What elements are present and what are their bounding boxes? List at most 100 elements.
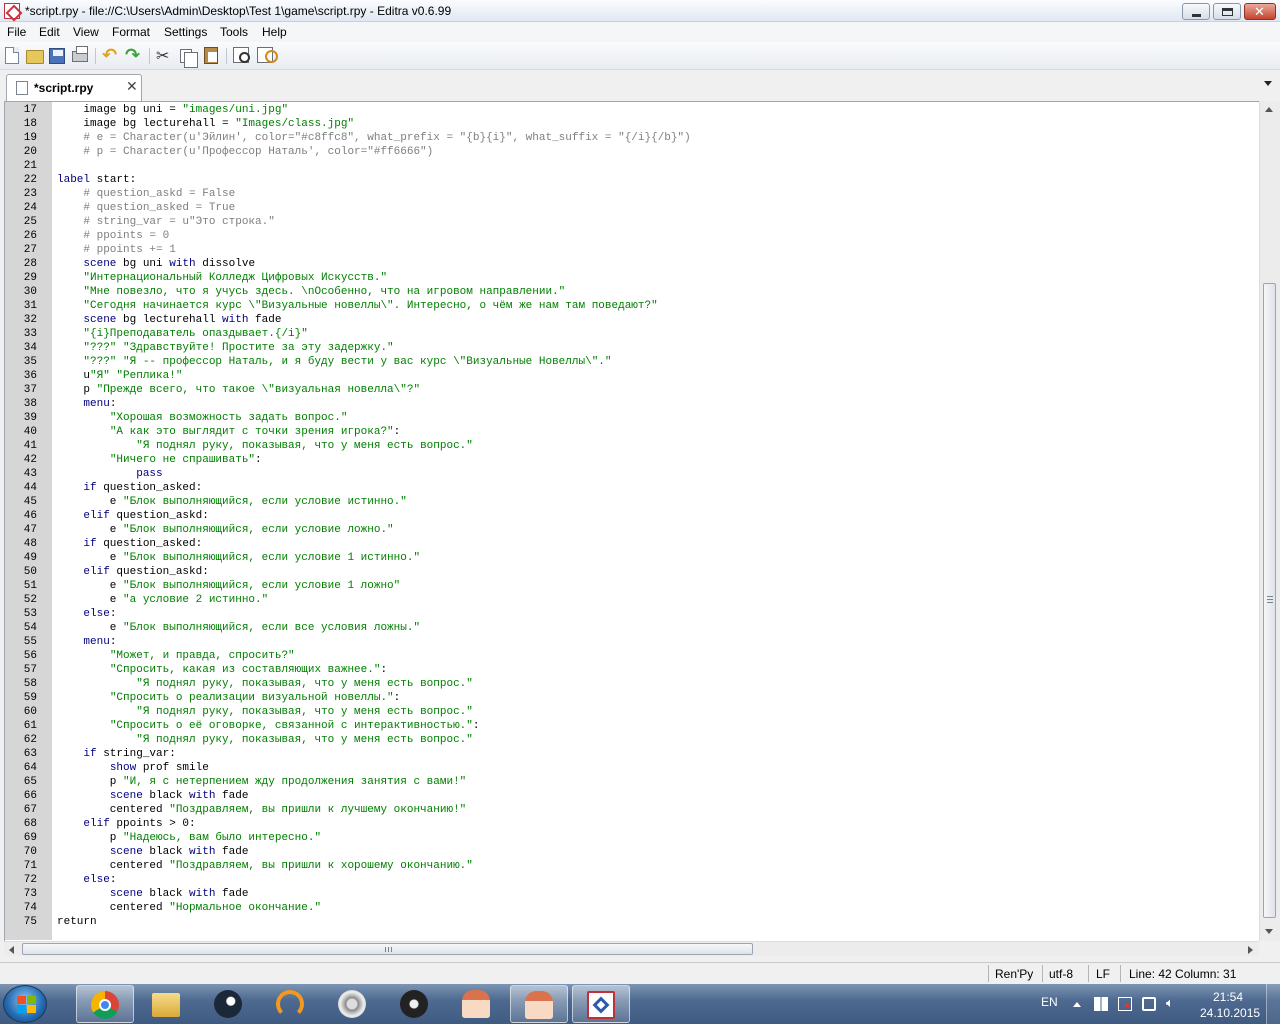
- code-line[interactable]: 30 "Мне повезло, что я учусь здесь. \nОс…: [5, 285, 1260, 299]
- code-line[interactable]: 59 "Спросить о реализации визуальной нов…: [5, 691, 1260, 705]
- code-line[interactable]: 53 else:: [5, 607, 1260, 621]
- language-indicator[interactable]: EN: [1041, 995, 1058, 1009]
- clock-time[interactable]: 21:54: [1213, 990, 1243, 1004]
- code-line[interactable]: 37 p "Прежде всего, что такое \"визуальн…: [5, 383, 1260, 397]
- code-line[interactable]: 75 return: [5, 915, 1260, 929]
- code-line[interactable]: 35 "???" "Я -- профессор Наталь, и я буд…: [5, 355, 1260, 369]
- code-line[interactable]: 72 else:: [5, 873, 1260, 887]
- show-hidden-icons-icon[interactable]: [1073, 1002, 1081, 1007]
- code-line[interactable]: 25 # string_var = u"Это строка.": [5, 215, 1260, 229]
- code-line[interactable]: 64 show prof smile: [5, 761, 1260, 775]
- code-line[interactable]: 43 pass: [5, 467, 1260, 481]
- scroll-left-icon[interactable]: [9, 946, 14, 954]
- tab-script-rpy[interactable]: *script.rpy ✕: [6, 74, 142, 101]
- status-encoding[interactable]: utf-8: [1049, 967, 1073, 981]
- title-bar[interactable]: *script.rpy - file://C:\Users\Admin\Desk…: [0, 0, 1280, 22]
- show-desktop-button[interactable]: [1266, 984, 1280, 1024]
- tab-list-dropdown-icon[interactable]: [1264, 81, 1272, 86]
- code-line[interactable]: 48 if question_asked:: [5, 537, 1260, 551]
- code-line[interactable]: 20 # p = Character(u'Профессор Наталь', …: [5, 145, 1260, 159]
- action-center-icon[interactable]: [1094, 997, 1108, 1011]
- new-file-icon[interactable]: [5, 47, 19, 64]
- code-line[interactable]: 41 "Я поднял руку, показывая, что у меня…: [5, 439, 1260, 453]
- menu-view[interactable]: View: [73, 25, 99, 39]
- code-line[interactable]: 58 "Я поднял руку, показывая, что у меня…: [5, 677, 1260, 691]
- code-line[interactable]: 32 scene bg lecturehall with fade: [5, 313, 1260, 327]
- code-line[interactable]: 63 if string_var:: [5, 747, 1260, 761]
- code-line[interactable]: 42 "Ничего не спрашивать":: [5, 453, 1260, 467]
- taskbar-explorer[interactable]: [138, 985, 196, 1023]
- scroll-down-icon[interactable]: [1265, 929, 1273, 934]
- code-line[interactable]: 61 "Спросить о её оговорке, связанной с …: [5, 719, 1260, 733]
- code-line[interactable]: 22 label start:: [5, 173, 1260, 187]
- network-disconnected-icon[interactable]: ×: [1118, 997, 1132, 1012]
- code-line[interactable]: 17 image bg uni = "images/uni.jpg": [5, 103, 1260, 117]
- close-button[interactable]: ✕: [1244, 3, 1276, 20]
- taskbar-renpy-game[interactable]: [510, 985, 568, 1023]
- code-line[interactable]: 69 p "Надеюсь, вам было интересно.": [5, 831, 1260, 845]
- menu-edit[interactable]: Edit: [39, 25, 60, 39]
- taskbar-renpy-launcher[interactable]: [448, 985, 506, 1023]
- code-line[interactable]: 62 "Я поднял руку, показывая, что у меня…: [5, 733, 1260, 747]
- undo-icon[interactable]: ↶: [102, 47, 120, 65]
- code-line[interactable]: 39 "Хорошая возможность задать вопрос.": [5, 411, 1260, 425]
- find-replace-icon[interactable]: [257, 47, 278, 63]
- code-line[interactable]: 57 "Спросить, какая из составляющих важн…: [5, 663, 1260, 677]
- code-line[interactable]: 73 scene black with fade: [5, 887, 1260, 901]
- code-line[interactable]: 52 e "а условие 2 истинно.": [5, 593, 1260, 607]
- code-line[interactable]: 70 scene black with fade: [5, 845, 1260, 859]
- print-icon[interactable]: [72, 46, 88, 62]
- status-eol[interactable]: LF: [1096, 967, 1110, 981]
- clock-date[interactable]: 24.10.2015: [1200, 1006, 1260, 1020]
- taskbar-audio-player[interactable]: [262, 985, 320, 1023]
- status-lexer[interactable]: Ren'Py: [995, 967, 1033, 981]
- paste-icon[interactable]: [204, 47, 218, 64]
- code-line[interactable]: 65 p "И, я с нетерпением жду продолжения…: [5, 775, 1260, 789]
- code-line[interactable]: 60 "Я поднял руку, показывая, что у меня…: [5, 705, 1260, 719]
- taskbar-obs[interactable]: [386, 985, 444, 1023]
- vertical-scrollbar[interactable]: [1259, 101, 1280, 941]
- taskbar-xiii[interactable]: [324, 985, 382, 1023]
- taskbar-steam[interactable]: [200, 985, 258, 1023]
- code-line[interactable]: 23 # question_askd = False: [5, 187, 1260, 201]
- cut-icon[interactable]: ✂: [156, 47, 174, 65]
- tab-close-icon[interactable]: ✕: [126, 79, 138, 95]
- code-line[interactable]: 49 e "Блок выполняющийся, если условие 1…: [5, 551, 1260, 565]
- code-line[interactable]: 56 "Может, и правда, спросить?": [5, 649, 1260, 663]
- redo-icon[interactable]: ↷: [125, 47, 143, 65]
- code-area[interactable]: 17 image bg uni = "images/uni.jpg" 18 ima…: [5, 103, 1260, 939]
- code-line[interactable]: 26 # ppoints = 0: [5, 229, 1260, 243]
- code-line[interactable]: 47 e "Блок выполняющийся, если условие л…: [5, 523, 1260, 537]
- code-line[interactable]: 28 scene bg uni with dissolve: [5, 257, 1260, 271]
- code-line[interactable]: 51 e "Блок выполняющийся, если условие 1…: [5, 579, 1260, 593]
- code-line[interactable]: 68 elif ppoints > 0:: [5, 817, 1260, 831]
- code-line[interactable]: 18 image bg lecturehall = "Images/class.…: [5, 117, 1260, 131]
- code-line[interactable]: 34 "???" "Здравствуйте! Простите за эту …: [5, 341, 1260, 355]
- menu-help[interactable]: Help: [262, 25, 287, 39]
- code-line[interactable]: 31 "Сегодня начинается курс \"Визуальные…: [5, 299, 1260, 313]
- code-line[interactable]: 24 # question_asked = True: [5, 201, 1260, 215]
- code-line[interactable]: 38 menu:: [5, 397, 1260, 411]
- code-line[interactable]: 40 "А как это выглядит с точки зрения иг…: [5, 425, 1260, 439]
- volume-icon[interactable]: 🔈︎: [1166, 997, 1180, 1011]
- code-line[interactable]: 71 centered "Поздравляем, вы пришли к хо…: [5, 859, 1260, 873]
- horizontal-scroll-thumb[interactable]: [22, 943, 753, 955]
- taskbar-chrome[interactable]: [76, 985, 134, 1023]
- save-icon[interactable]: [49, 48, 65, 64]
- code-line[interactable]: 54 e "Блок выполняющийся, если все услов…: [5, 621, 1260, 635]
- find-icon[interactable]: [233, 47, 250, 63]
- code-line[interactable]: 27 # ppoints += 1: [5, 243, 1260, 257]
- start-button[interactable]: [3, 985, 47, 1023]
- vertical-scroll-thumb[interactable]: [1263, 283, 1276, 918]
- menu-format[interactable]: Format: [112, 25, 150, 39]
- menu-settings[interactable]: Settings: [164, 25, 207, 39]
- code-line[interactable]: 29 "Интернациональный Колледж Цифровых И…: [5, 271, 1260, 285]
- scroll-right-icon[interactable]: [1248, 946, 1253, 954]
- code-line[interactable]: 21: [5, 159, 1260, 173]
- code-editor[interactable]: 17 image bg uni = "images/uni.jpg" 18 ima…: [4, 101, 1280, 941]
- taskbar-editra[interactable]: [572, 985, 630, 1023]
- code-line[interactable]: 55 menu:: [5, 635, 1260, 649]
- scroll-up-icon[interactable]: [1265, 107, 1273, 112]
- editra-app-icon[interactable]: [4, 3, 20, 19]
- code-line[interactable]: 46 elif question_askd:: [5, 509, 1260, 523]
